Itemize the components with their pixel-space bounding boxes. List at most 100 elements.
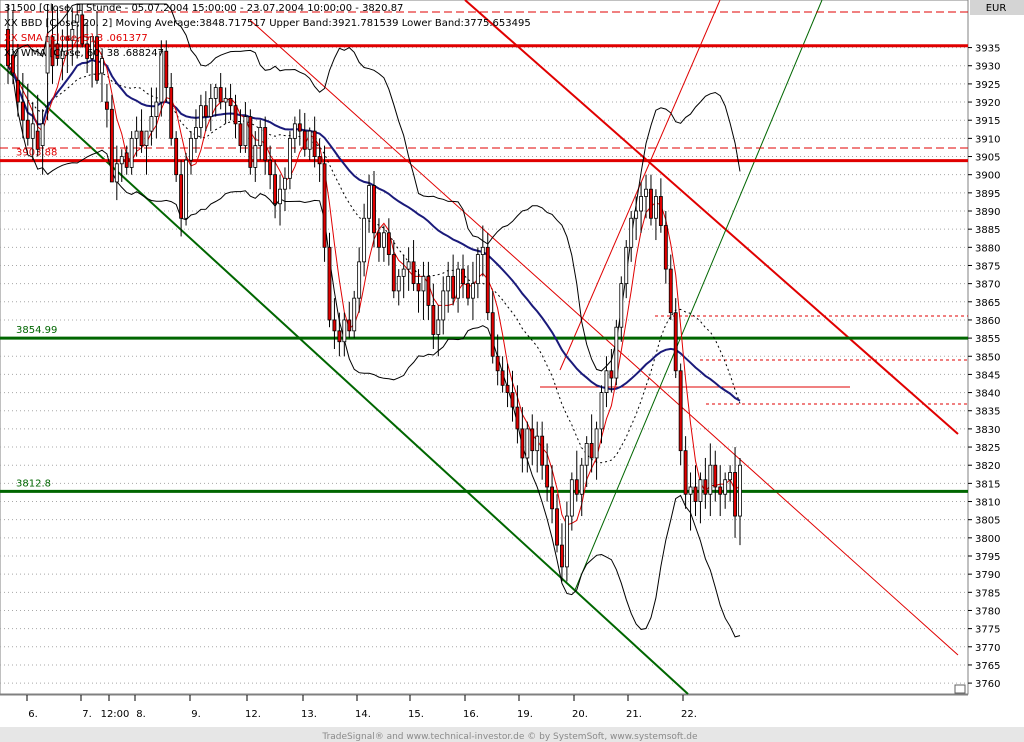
y-axis: EUR 3760 3765 3770 3775 3780 3785 3790 3795 3800… — [968, 0, 1024, 694]
x-tick-label: 15. — [408, 709, 424, 720]
candle-down — [500, 370, 505, 386]
candle-down — [505, 384, 510, 393]
candle-up — [283, 177, 287, 190]
candle-down — [649, 188, 653, 219]
candle-up — [342, 319, 347, 343]
candle-up — [253, 145, 258, 168]
x-tick-label: 13. — [301, 709, 317, 720]
candle-up — [614, 326, 619, 379]
candle-up — [421, 275, 426, 292]
candle-up — [624, 246, 629, 285]
level-label: 3854.99 — [16, 325, 57, 336]
y-tick-label: 3865 — [975, 298, 1000, 309]
candle-down — [104, 101, 109, 110]
y-tick-label: 3795 — [975, 552, 1000, 563]
candle-down — [589, 443, 594, 459]
candle-up — [653, 196, 658, 219]
candle-down — [25, 119, 30, 139]
x-tick-label: 16. — [463, 709, 479, 720]
x-tick-label: 19. — [517, 709, 533, 720]
x-tick-label: 22. — [681, 709, 697, 720]
candle-down — [297, 123, 302, 132]
candle-down — [411, 261, 416, 285]
candle-down — [124, 152, 129, 168]
legend-bbd: XX BBD [Close, 20, 2] Moving Average:384… — [4, 18, 531, 29]
candle-down — [510, 392, 515, 408]
candle-down — [451, 275, 456, 299]
candle-down — [530, 428, 535, 452]
candle-up — [367, 185, 371, 219]
y-tick-label: 3800 — [975, 534, 1000, 545]
candle-up — [634, 210, 639, 219]
candle-down — [683, 450, 688, 495]
y-tick-label: 3880 — [975, 243, 1000, 254]
y-tick-label: 3775 — [975, 625, 1000, 636]
x-tick-label: 12:00 — [101, 709, 130, 720]
candle-down — [540, 435, 545, 466]
candle-down — [347, 319, 352, 332]
y-tick-label: 3885 — [975, 225, 1000, 236]
candle-down — [515, 406, 520, 430]
candle-down — [560, 544, 564, 568]
y-tick-label: 3930 — [975, 62, 1000, 73]
candle-down — [332, 319, 337, 332]
y-tick-label: 3845 — [975, 370, 1000, 381]
candle-up — [307, 130, 312, 150]
y-tick-label: 3815 — [975, 479, 1000, 490]
y-tick-label: 3910 — [975, 134, 1000, 145]
y-tick-label: 3855 — [975, 334, 1000, 345]
candle-up — [441, 290, 446, 321]
level-label: 3812.8 — [16, 478, 51, 489]
candle-down — [426, 275, 431, 306]
x-tick-label: 14. — [355, 709, 371, 720]
candle-down — [302, 130, 307, 150]
y-tick-label: 3920 — [975, 98, 1000, 109]
candle-down — [713, 464, 718, 488]
candle-down — [693, 486, 698, 502]
x-tick-label: 9. — [191, 709, 201, 720]
y-tick-label: 3825 — [975, 443, 1000, 454]
x-tick-label: 6. — [28, 709, 38, 720]
candle-down — [337, 330, 342, 343]
candle-down — [203, 105, 208, 117]
y-tick-label: 3770 — [975, 643, 1000, 654]
candle-up — [129, 137, 134, 168]
x-tick-label: 20. — [572, 709, 588, 720]
currency-label: EUR — [986, 3, 1007, 14]
candle-down — [490, 312, 495, 357]
candle-down — [495, 355, 500, 372]
candle-up — [381, 232, 386, 248]
candle-up — [525, 428, 530, 459]
candle-up — [278, 188, 282, 205]
y-tick-label: 3835 — [975, 407, 1000, 418]
candle-down — [228, 98, 233, 107]
candle-up — [470, 283, 475, 299]
candle-up — [569, 479, 574, 517]
candle-down — [391, 254, 396, 292]
y-tick-label: 3875 — [975, 261, 1000, 272]
y-tick-label: 3760 — [975, 679, 1000, 690]
candle-down — [263, 127, 268, 161]
candle-up — [213, 87, 218, 99]
candle-down — [416, 283, 421, 292]
candle-up — [154, 101, 159, 117]
candle-up — [287, 137, 292, 179]
candle-down — [668, 268, 673, 314]
candle-down — [520, 428, 525, 459]
y-tick-label: 3810 — [975, 498, 1000, 509]
candle-down — [703, 479, 708, 495]
chart-stage: 3903.88 3854.99 3812.8 EUR 3760 3765 3770 377… — [0, 0, 1024, 742]
candle-up — [698, 479, 703, 502]
chart-title: 31500 [Close, 1 Stunde - 05.07.2004 15:0… — [4, 3, 403, 14]
resize-handle[interactable] — [954, 684, 966, 694]
candle-up — [708, 464, 713, 495]
candle-up — [456, 268, 461, 299]
candle-up — [728, 472, 733, 481]
candle-down — [233, 105, 238, 125]
candle-up — [738, 464, 742, 517]
candle-down — [386, 232, 391, 255]
candle-down — [609, 370, 614, 379]
candle-up — [594, 428, 599, 459]
y-tick-label: 3820 — [975, 461, 1000, 472]
candle-down — [658, 196, 663, 226]
